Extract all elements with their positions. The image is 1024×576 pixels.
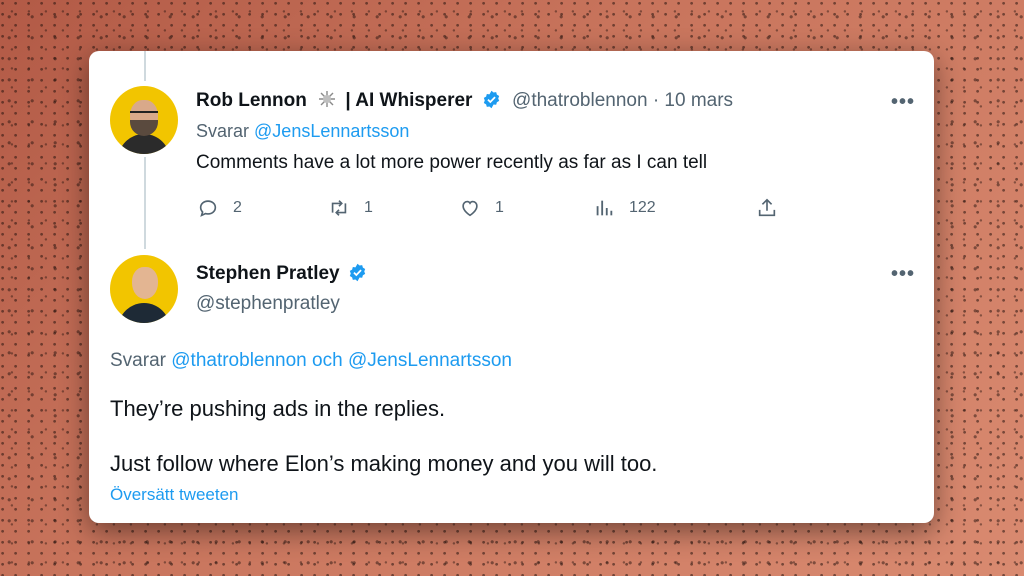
avatar[interactable] — [110, 86, 178, 154]
tweet-text: They’re pushing ads in the replies. — [110, 396, 446, 421]
thread-line — [144, 157, 146, 249]
tweet-text: Just follow where Elon’s making money an… — [110, 451, 658, 476]
reply-context: Svarar @JensLennartsson — [196, 121, 409, 142]
author-name[interactable]: Stephen Pratley — [196, 263, 340, 284]
tweet-date[interactable]: 10 mars — [664, 90, 733, 111]
tweet-actions: 2 1 1 122 — [197, 197, 797, 221]
author-name[interactable]: Rob Lennon — [196, 90, 307, 111]
share-icon — [758, 198, 776, 217]
like-icon — [462, 200, 478, 217]
more-options-icon[interactable]: ••• — [891, 263, 915, 286]
views-count: 122 — [629, 199, 656, 216]
author-handle[interactable]: @stephenpratley — [196, 293, 340, 315]
tweet-card: Rob Lennon | AI Whisperer @thatroblennon… — [89, 51, 934, 523]
mention-link[interactable]: @JensLennartsson — [254, 121, 409, 141]
reply-icon — [199, 200, 217, 217]
reply-prefix: Svarar — [110, 350, 166, 371]
thread-line — [144, 51, 146, 81]
mention-link[interactable]: @thatroblennon — [171, 350, 307, 371]
verified-badge-icon — [348, 263, 367, 282]
reply-context: Svarar @thatroblennon och @JensLennartss… — [110, 350, 512, 372]
tweet-text: Comments have a lot more power recently … — [196, 152, 708, 173]
retweet-button[interactable]: 1 — [328, 197, 373, 219]
tweet1-header: Rob Lennon | AI Whisperer @thatroblennon… — [196, 89, 733, 112]
reply-button[interactable]: 2 — [197, 197, 242, 219]
translate-link[interactable]: Översätt tweeten — [110, 485, 239, 505]
share-button[interactable] — [756, 197, 792, 219]
views-icon — [596, 200, 613, 216]
mention-and[interactable]: och — [312, 350, 343, 371]
sparkle-icon — [316, 89, 338, 109]
like-count: 1 — [495, 199, 504, 216]
tweet2-header: Stephen Pratley — [196, 263, 367, 285]
date-separator: · — [652, 90, 660, 111]
mention-link[interactable]: @JensLennartsson — [348, 350, 512, 371]
retweet-count: 1 — [364, 199, 373, 216]
views-button[interactable]: 122 — [593, 197, 656, 219]
author-suffix: | AI Whisperer — [345, 90, 473, 111]
reply-prefix: Svarar — [196, 121, 250, 141]
like-button[interactable]: 1 — [459, 197, 504, 219]
avatar[interactable] — [110, 255, 178, 323]
author-handle[interactable]: @thatroblennon — [512, 90, 648, 111]
more-options-icon[interactable]: ••• — [891, 91, 915, 114]
retweet-icon — [331, 200, 347, 216]
verified-badge-icon — [482, 90, 501, 109]
reply-count: 2 — [233, 199, 242, 216]
